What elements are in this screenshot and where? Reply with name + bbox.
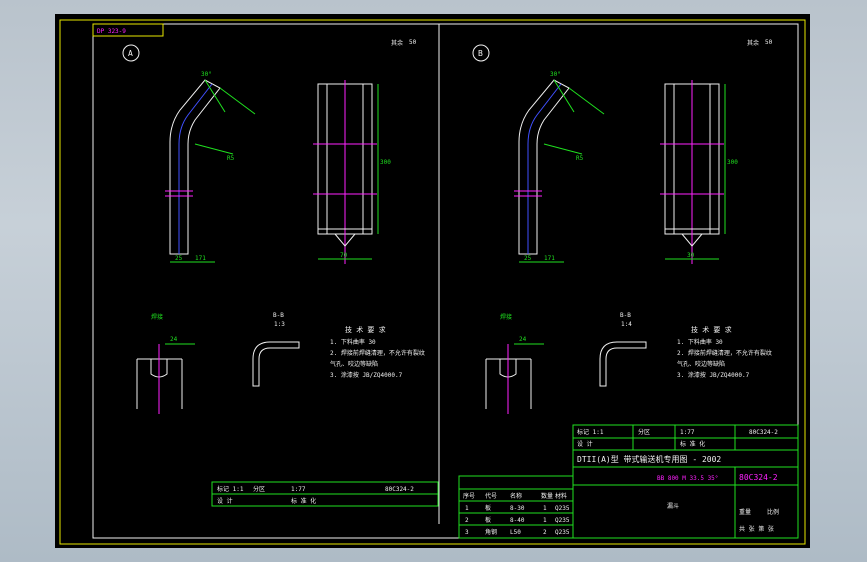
dim-70-a: 70 [340, 252, 348, 259]
parts-r0c0: 序号 [463, 492, 475, 500]
section-a-note: 焊接 [151, 313, 163, 321]
surface-mark-b: 其余 [747, 39, 759, 47]
dim-leader-a2 [194, 143, 234, 155]
parts-r0c3: 数量 [541, 492, 553, 500]
dim-171-a: 171 [195, 255, 206, 262]
parts-r2c0: 2 [465, 517, 469, 524]
surface-mark-a: 其余 [391, 39, 403, 47]
dim-300-b: 300 [727, 159, 738, 166]
tech-req-b-2b: 气孔、咬边等缺陷 [677, 360, 725, 368]
section-scale-b: 1:4 [621, 321, 632, 328]
tb-part-name: 漏斗 [667, 502, 679, 510]
tb-main-title: DTII(A)型 带式输送机专用图 - 2002 [577, 454, 721, 464]
title-block: 标记 1:1 分区 1:77 80C324-2 设 计 标 准 化 DTII(A… [458, 424, 799, 539]
tech-req-a-2: 2. 焊接前焊缝清理，不允许有裂纹 [330, 349, 425, 357]
dim-leader-a [219, 87, 256, 115]
tube-centerline-b [527, 83, 562, 254]
tech-req-a-3: 3. 涂漆按 JB/ZQ4000.7 [330, 371, 403, 379]
section-bb-a: B-B [273, 312, 284, 319]
parts-r3c1: 角钢 [485, 528, 497, 536]
dim-25-a: 25 [175, 255, 183, 262]
tb-material-line: BB 800 M 33.5 35° [657, 475, 718, 482]
tech-title-a: 技 术 要 求 [345, 325, 386, 334]
section-scale-a: 1:3 [274, 321, 285, 328]
tb-drawing-no: 80C324-2 [739, 473, 778, 482]
tb-weight-label: 重量 [739, 508, 751, 516]
stamp-text: DP 323-9 [97, 28, 126, 35]
parts-r3c3: 2 [543, 529, 547, 536]
section-b-note: 焊接 [500, 313, 512, 321]
angle-30-b: 30° [550, 71, 561, 78]
tech-title-b: 技 术 要 求 [691, 325, 732, 334]
parts-r1c4: Q235 [555, 505, 570, 512]
parts-r1c1: 板 [485, 504, 491, 512]
dim-24-b: 24 [519, 336, 527, 343]
tb-scale-label: 比例 [767, 508, 779, 516]
left-table-r2c3: 标 准 化 [291, 497, 316, 505]
cad-drawing: DP 323-9 A 其余 50 25 171 30° R5 70 300 焊接 [59, 19, 806, 545]
left-table-r2c1: 设 计 [217, 497, 233, 505]
view-a-label: A [128, 49, 133, 58]
parts-r1c2: 8-30 [510, 505, 525, 512]
parts-r0c1: 代号 [485, 492, 497, 500]
view-b-label: B [478, 49, 483, 58]
dim-24-a: 24 [170, 336, 178, 343]
drawing-canvas: DP 323-9 A 其余 50 25 171 30° R5 70 300 焊接 [55, 14, 810, 548]
section-bb-profile-b [599, 341, 647, 387]
left-table-r1c1: 标记 1:1 [217, 485, 244, 493]
parts-r0c4: 材料 [555, 492, 567, 500]
dim-25-b: 25 [524, 255, 532, 262]
section-bb-b: B-B [620, 312, 631, 319]
dim-171-b: 171 [544, 255, 555, 262]
left-table-r1c2: 分区 [253, 485, 265, 493]
parts-r0c2: 名称 [510, 492, 522, 500]
parts-r2c3: 1 [543, 517, 547, 524]
parts-r2c4: Q235 [555, 517, 570, 524]
tb-header-1: 标记 1:1 [577, 428, 604, 436]
tech-req-a-2b: 气孔、咬边等缺陷 [330, 360, 378, 368]
parts-r3c0: 3 [465, 529, 469, 536]
parts-r3c4: Q235 [555, 529, 570, 536]
tech-req-b-3: 3. 涂漆按 JB/ZQ4000.7 [677, 371, 750, 379]
tech-req-b-2: 2. 焊接前焊缝清理，不允许有裂纹 [677, 349, 772, 357]
dim-300-a: 300 [380, 159, 391, 166]
left-table-r1c5: 80C324-2 [385, 486, 414, 493]
parts-r1c0: 1 [465, 505, 469, 512]
surface-value-a: 50 [409, 39, 417, 46]
surface-value-b: 50 [765, 39, 773, 46]
section-bb-profile-a [252, 341, 300, 387]
tb-header-3: 1:77 [680, 429, 695, 436]
parts-r3c2: L50 [510, 529, 521, 536]
angle-30-a: 30° [201, 71, 212, 78]
tb-header-2: 分区 [638, 428, 650, 436]
left-table-r1c3: 1:77 [291, 486, 306, 493]
view-a: A 其余 50 25 171 30° R5 70 300 焊接 24 B-B 1… [122, 39, 439, 507]
parts-r2c1: 板 [485, 516, 491, 524]
dim-leader-b [568, 87, 605, 115]
parts-r2c2: 8-40 [510, 517, 525, 524]
view-b: B 其余 50 25 171 30° R5 30 300 焊接 24 B-B 1… [472, 39, 773, 414]
tb-header-5: 80C324-2 [749, 429, 778, 436]
tech-req-a-1: 1. 下料曲率 30 [330, 338, 376, 346]
dim-r5-a: R5 [227, 155, 235, 162]
tb-sheet-label: 共 张 第 张 [739, 525, 774, 533]
tb-row2-3: 标 准 化 [680, 440, 705, 448]
tube-centerline-a [178, 83, 213, 254]
tech-req-b-1: 1. 下料曲率 30 [677, 338, 723, 346]
parts-r1c3: 1 [543, 505, 547, 512]
dim-30-b: 30 [687, 252, 695, 259]
drawing-frame [59, 19, 806, 545]
dim-r5-b: R5 [576, 155, 584, 162]
tb-row2-1: 设 计 [577, 440, 593, 448]
dim-leader-b2 [543, 143, 583, 155]
